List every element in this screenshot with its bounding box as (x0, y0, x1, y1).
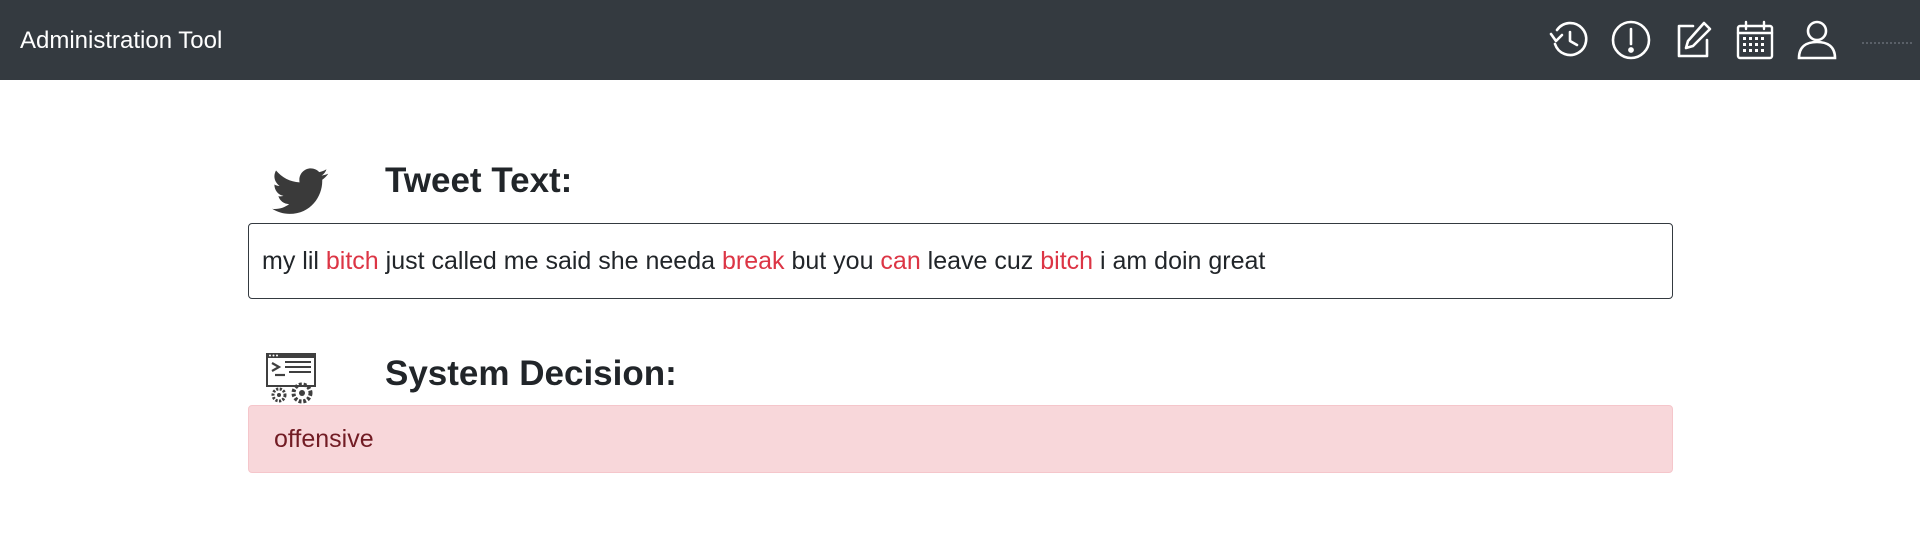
flagged-word: bitch (325, 246, 379, 275)
tweet-text-segment: i am doin great (1093, 246, 1266, 275)
tweet-text-segment: leave cuz (920, 246, 1041, 275)
app-title[interactable]: Administration Tool (20, 26, 222, 56)
history-icon[interactable] (1545, 16, 1593, 64)
calendar-icon[interactable] (1731, 16, 1779, 64)
tweet-text-heading: Tweet Text: (385, 161, 573, 200)
alert-icon[interactable] (1607, 16, 1655, 64)
system-settings-icon (265, 352, 317, 404)
tweet-text-segment: just called me said she needa (378, 246, 722, 275)
tweet-text-segment: but you (784, 246, 881, 275)
decision-value: offensive (274, 424, 374, 453)
edit-icon[interactable] (1669, 16, 1717, 64)
tweet-text-box: my lil bitch just called me said she nee… (248, 223, 1673, 299)
tweet-text-segment: my lil (262, 246, 326, 275)
twitter-bird-icon (270, 163, 332, 219)
flagged-word: break (721, 246, 785, 275)
nav-icon-bar (1545, 16, 1841, 64)
flagged-word: bitch (1040, 246, 1094, 275)
decision-alert: offensive (248, 405, 1673, 473)
user-icon[interactable] (1793, 16, 1841, 64)
top-navbar: Administration Tool (0, 0, 1920, 80)
nav-divider (1862, 42, 1912, 44)
flagged-word: can (880, 246, 921, 275)
system-decision-heading: System Decision: (385, 354, 677, 393)
